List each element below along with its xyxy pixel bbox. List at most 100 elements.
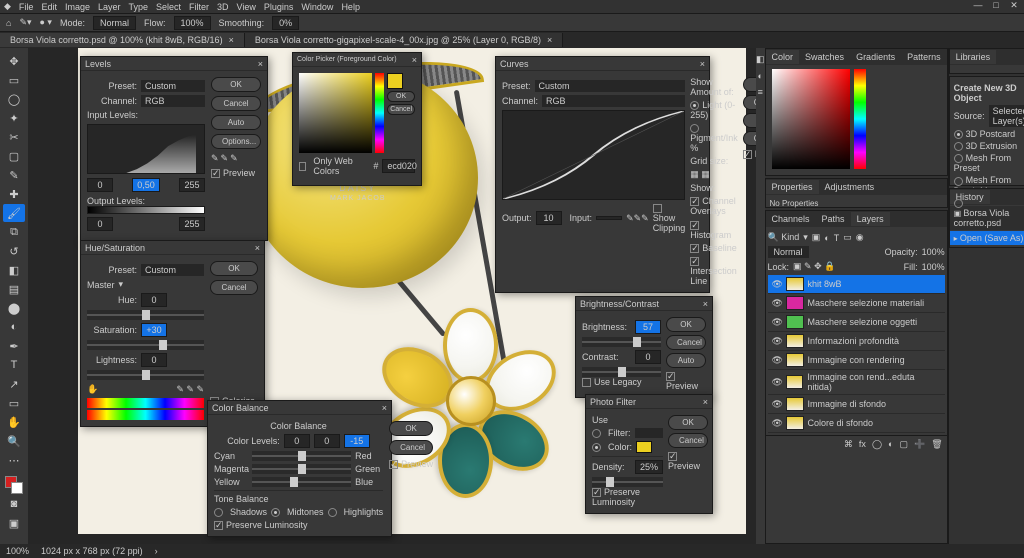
layer-row[interactable]: 👁Immagine con rendering <box>768 351 945 370</box>
layer-row[interactable]: 👁Immagine con rend...eduta nitida) <box>768 370 945 395</box>
filter-icon[interactable]: ▭ <box>843 232 852 243</box>
volume-radio[interactable] <box>954 199 963 208</box>
visibility-icon[interactable]: 👁 <box>772 355 782 366</box>
color-field[interactable] <box>299 73 372 153</box>
edit-toolbar[interactable]: ⋯ <box>3 451 25 469</box>
home-icon[interactable]: ⌂ <box>6 18 11 28</box>
close-tab-icon[interactable]: × <box>229 35 234 45</box>
blend-mode-select[interactable]: Normal <box>768 246 809 258</box>
mesh-depth-radio[interactable] <box>954 177 963 186</box>
stamp-tool[interactable]: ⧉ <box>3 223 25 241</box>
kind-filter[interactable]: 🔍 Kind <box>768 232 800 243</box>
filter-icon[interactable]: T <box>834 233 840 243</box>
pen-tool[interactable]: ✒ <box>3 337 25 355</box>
gradients-tab[interactable]: Gradients <box>850 50 901 64</box>
menu-file[interactable]: File <box>19 2 34 12</box>
tool-preset[interactable]: ✎▾ <box>19 17 31 28</box>
cancel-button[interactable]: Cancel <box>210 280 258 295</box>
close-icon[interactable]: × <box>412 55 417 65</box>
visibility-icon[interactable]: 👁 <box>772 279 782 290</box>
swatches-tab[interactable]: Swatches <box>799 50 850 64</box>
preview-checkbox[interactable] <box>666 372 675 381</box>
output-white[interactable]: 255 <box>179 217 205 231</box>
preserve-lum-checkbox[interactable] <box>592 488 601 497</box>
chevron-right-icon[interactable]: › <box>155 546 158 556</box>
ok-button[interactable]: OK <box>387 91 415 102</box>
web-only-checkbox[interactable] <box>299 162 306 171</box>
brightness-value[interactable]: 57 <box>635 320 661 334</box>
cancel-button[interactable]: Cancel <box>668 433 708 448</box>
visibility-icon[interactable]: 👁 <box>772 298 782 309</box>
panel-icon[interactable]: ≡ <box>758 87 763 97</box>
light-slider[interactable] <box>87 370 204 380</box>
channels-tab[interactable]: Channels <box>766 212 816 226</box>
layer-row[interactable]: 👁Colore di sfondo <box>768 414 945 433</box>
patterns-tab[interactable]: Patterns <box>901 50 947 64</box>
brush-tool[interactable]: 🖌 <box>3 204 25 222</box>
cbal-val-1[interactable]: 0 <box>284 434 310 448</box>
layer-row[interactable]: 👁Immagine di sfondo <box>768 395 945 414</box>
magenta-green-slider[interactable] <box>252 464 351 474</box>
link-layers-icon[interactable]: ⌘ <box>844 439 853 450</box>
ok-button[interactable]: OK <box>668 415 708 430</box>
menu-filter[interactable]: Filter <box>189 2 209 12</box>
color-radio[interactable] <box>592 443 601 452</box>
contrast-slider[interactable] <box>582 367 661 377</box>
dodge-tool[interactable]: ◐ <box>3 318 25 336</box>
auto-button[interactable]: Auto <box>211 115 261 130</box>
extrusion-radio[interactable] <box>954 142 963 151</box>
visibility-icon[interactable]: 👁 <box>772 336 782 347</box>
menu-image[interactable]: Image <box>65 2 90 12</box>
close-icon[interactable]: × <box>255 243 260 253</box>
adjustment-icon[interactable]: ◐ <box>888 439 893 450</box>
filter-radio[interactable] <box>592 429 601 438</box>
group-icon[interactable]: ▢ <box>899 439 908 450</box>
panel-icon[interactable]: ◐ <box>758 71 763 81</box>
preset-select[interactable]: Custom <box>141 264 204 276</box>
close-icon[interactable]: × <box>703 299 708 309</box>
sat-slider[interactable] <box>87 340 204 350</box>
screenmode-tool[interactable]: ▣ <box>3 514 25 532</box>
menu-window[interactable]: Window <box>301 2 333 12</box>
filter-icon[interactable]: ◉ <box>856 232 864 243</box>
opacity-value[interactable]: 100% <box>922 247 945 257</box>
preview-checkbox[interactable] <box>389 460 398 469</box>
maximize-button[interactable]: □ <box>990 0 1002 11</box>
paths-tab[interactable]: Paths <box>816 212 851 226</box>
light-value[interactable]: 0 <box>141 353 167 367</box>
channel-select[interactable]: RGB <box>542 95 685 107</box>
wand-tool[interactable]: ✦ <box>3 109 25 127</box>
gradient-tool[interactable]: ▤ <box>3 280 25 298</box>
visibility-icon[interactable]: 👁 <box>772 418 782 429</box>
zoom-tool[interactable]: 🔍 <box>3 432 25 450</box>
shadows-radio[interactable] <box>214 508 223 517</box>
grid-small-icon[interactable]: ▦ <box>690 169 699 179</box>
mode-select[interactable]: Normal <box>93 16 136 30</box>
ok-button[interactable]: OK <box>666 317 706 332</box>
auto-button[interactable]: Auto <box>666 353 706 368</box>
doc-tab-2[interactable]: Borsa Viola corretto-gigapixel-scale-4_0… <box>245 33 563 47</box>
density-value[interactable]: 25% <box>635 460 663 474</box>
baseline-checkbox[interactable] <box>690 244 699 253</box>
overlay-checkbox[interactable] <box>690 197 699 206</box>
hand-icon[interactable]: ✋ <box>87 384 98 395</box>
color-tab[interactable]: Color <box>766 50 800 64</box>
midtones-radio[interactable] <box>271 508 280 517</box>
sat-value[interactable]: +30 <box>141 323 167 337</box>
hand-tool[interactable]: ✋ <box>3 413 25 431</box>
density-slider[interactable] <box>592 477 663 487</box>
close-button[interactable]: ✕ <box>1008 0 1020 11</box>
filter-select[interactable] <box>635 428 664 438</box>
highlights-radio[interactable] <box>328 508 337 517</box>
preserve-lum-checkbox[interactable] <box>214 521 223 530</box>
layer-row[interactable]: 👁Maschere selezione oggetti <box>768 313 945 332</box>
eraser-tool[interactable]: ◧ <box>3 261 25 279</box>
output-black[interactable]: 0 <box>87 217 113 231</box>
eyedropper-icon[interactable]: ✎ ✎ ✎ <box>176 384 204 395</box>
menu-type[interactable]: Type <box>128 2 148 12</box>
brightness-slider[interactable] <box>582 337 661 347</box>
filter-icon[interactable]: ▣ <box>812 232 821 243</box>
cbal-val-3[interactable]: -15 <box>344 434 370 448</box>
pigment-radio[interactable] <box>690 124 699 133</box>
cancel-button[interactable]: Cancel <box>666 335 706 350</box>
